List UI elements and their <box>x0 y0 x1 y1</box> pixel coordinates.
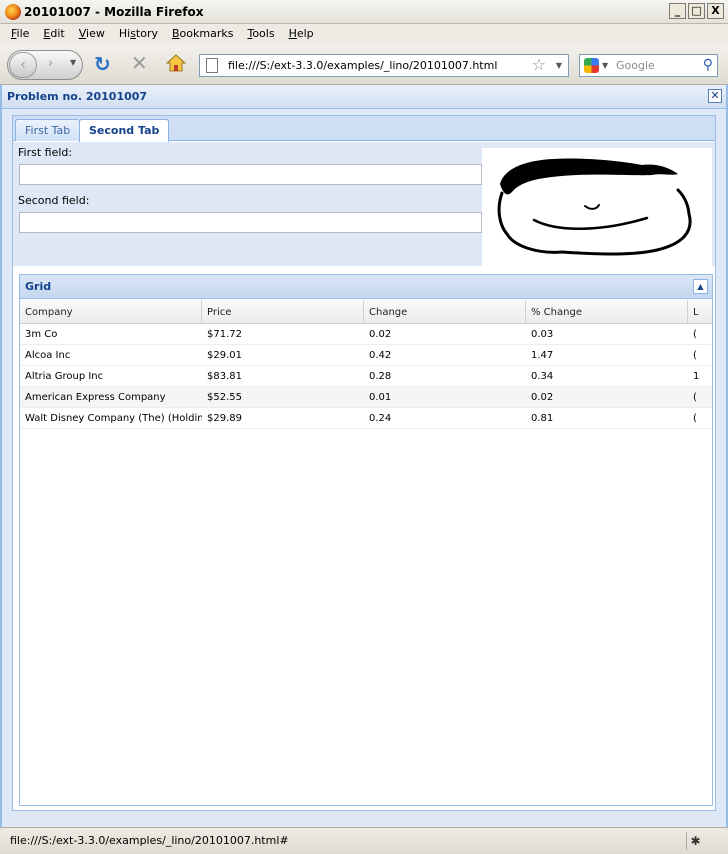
search-engine-dropdown-icon[interactable]: ▼ <box>602 61 608 70</box>
table-row[interactable]: American Express Company $52.55 0.01 0.0… <box>20 387 712 408</box>
column-header-price[interactable]: Price <box>202 300 364 323</box>
firefox-icon <box>5 4 21 20</box>
window-title: 20101007 - Mozilla Firefox <box>24 5 204 19</box>
column-header-last-updated[interactable]: L <box>688 300 712 323</box>
cell-pct-change: 1.47 <box>531 350 554 361</box>
window-controls: _ □ X <box>669 3 724 19</box>
search-input[interactable]: Google <box>616 59 655 72</box>
maximize-button[interactable]: □ <box>688 3 705 19</box>
tab-first[interactable]: First Tab <box>15 119 81 141</box>
back-forward-group: ‹ › ▼ <box>7 50 83 80</box>
grid-panel: Grid ▲ Company Price Change % Change L 3… <box>19 274 713 806</box>
first-field-label: First field: <box>18 146 73 159</box>
cell-change: 0.02 <box>369 329 392 340</box>
home-icon[interactable] <box>165 54 187 72</box>
second-field-input[interactable] <box>19 212 482 233</box>
cell-price: $29.89 <box>207 413 242 424</box>
minimize-button[interactable]: _ <box>669 3 686 19</box>
url-bar[interactable]: file:///S:/ext-3.3.0/examples/_lino/2010… <box>199 54 569 77</box>
cell-pct-change: 0.34 <box>531 371 554 382</box>
menu-tools[interactable]: Tools <box>240 24 281 45</box>
collapse-icon[interactable]: ▲ <box>693 279 708 294</box>
ext-window-close-icon[interactable]: ✕ <box>708 89 722 103</box>
status-text: file:///S:/ext-3.3.0/examples/_lino/2010… <box>10 834 289 847</box>
menu-view[interactable]: View <box>72 24 112 45</box>
stop-icon[interactable]: ✕ <box>131 53 148 73</box>
cell-last-updated: ( <box>693 329 697 340</box>
cell-last-updated: 1 <box>693 371 700 382</box>
page-icon <box>206 58 218 73</box>
tab-strip: First Tab Second Tab <box>13 116 715 142</box>
column-header-change[interactable]: Change <box>364 300 526 323</box>
cell-pct-change: 0.02 <box>531 392 554 403</box>
table-row[interactable]: Alcoa Inc $29.01 0.42 1.47 ( <box>20 345 712 366</box>
navigation-toolbar: ‹ › ▼ ↻ ✕ file:///S:/ext-3.3.0/examples/… <box>0 45 728 85</box>
window-titlebar: 20101007 - Mozilla Firefox _ □ X <box>0 0 728 24</box>
first-field-input[interactable] <box>19 164 482 185</box>
cell-company: Walt Disney Company (The) (Holding <box>25 413 202 424</box>
menu-history[interactable]: History <box>112 24 165 45</box>
cell-price: $29.01 <box>207 350 242 361</box>
cell-change: 0.24 <box>369 413 392 424</box>
cell-price: $83.81 <box>207 371 242 382</box>
menu-help[interactable]: Help <box>282 24 321 45</box>
cell-price: $52.55 <box>207 392 242 403</box>
reload-icon[interactable]: ↻ <box>94 54 111 74</box>
url-input[interactable]: file:///S:/ext-3.3.0/examples/_lino/2010… <box>228 59 497 72</box>
cell-last-updated: ( <box>693 413 697 424</box>
cell-last-updated: ( <box>693 350 697 361</box>
cell-change: 0.01 <box>369 392 392 403</box>
grid-title: Grid <box>25 280 52 293</box>
tab-second[interactable]: Second Tab <box>79 119 170 142</box>
search-icon[interactable]: ⚲ <box>703 57 713 73</box>
close-button[interactable]: X <box>707 3 724 19</box>
menu-file[interactable]: File <box>4 24 36 45</box>
grid-column-headers: Company Price Change % Change L <box>20 300 712 324</box>
forward-button[interactable]: › <box>48 56 53 71</box>
menu-bar: File Edit View History Bookmarks Tools H… <box>0 24 728 45</box>
cell-company: Altria Group Inc <box>25 371 104 382</box>
table-row[interactable]: Walt Disney Company (The) (Holding $29.8… <box>20 408 712 429</box>
cell-price: $71.72 <box>207 329 242 340</box>
cell-pct-change: 0.03 <box>531 329 554 340</box>
form-area: First field: Second field: <box>13 142 715 270</box>
url-dropdown-icon[interactable]: ▼ <box>556 61 562 70</box>
history-dropdown-icon[interactable]: ▼ <box>70 58 76 67</box>
cell-company: Alcoa Inc <box>25 350 71 361</box>
ext-window: Problem no. 20101007 ✕ First Tab Second … <box>0 85 728 827</box>
menu-edit[interactable]: Edit <box>36 24 71 45</box>
face-drawing <box>482 148 712 270</box>
column-header-company[interactable]: Company <box>20 300 202 323</box>
cell-last-updated: ( <box>693 392 697 403</box>
search-bar[interactable]: ▼ Google ⚲ <box>579 54 718 77</box>
grid-body: 3m Co $71.72 0.02 0.03 ( Alcoa Inc $29.0… <box>20 324 712 429</box>
column-header-pct-change[interactable]: % Change <box>526 300 688 323</box>
cell-company: American Express Company <box>25 392 166 403</box>
cell-change: 0.42 <box>369 350 392 361</box>
google-icon[interactable] <box>584 58 599 73</box>
addon-status-icon[interactable]: ✱ <box>686 832 704 850</box>
bookmark-star-icon[interactable]: ☆ <box>532 55 546 74</box>
table-row[interactable]: 3m Co $71.72 0.02 0.03 ( <box>20 324 712 345</box>
cell-pct-change: 0.81 <box>531 413 554 424</box>
back-button[interactable]: ‹ <box>9 52 37 78</box>
table-row[interactable]: Altria Group Inc $83.81 0.28 0.34 1 <box>20 366 712 387</box>
tab-panel: First Tab Second Tab First field: Second… <box>12 115 716 811</box>
cell-company: 3m Co <box>25 329 58 340</box>
ext-window-header: Problem no. 20101007 ✕ <box>2 85 726 109</box>
second-field-label: Second field: <box>18 194 90 207</box>
grid-header: Grid ▲ <box>20 275 712 299</box>
cell-change: 0.28 <box>369 371 392 382</box>
menu-bookmarks[interactable]: Bookmarks <box>165 24 240 45</box>
status-bar: file:///S:/ext-3.3.0/examples/_lino/2010… <box>0 827 728 854</box>
ext-window-title: Problem no. 20101007 <box>7 90 148 103</box>
